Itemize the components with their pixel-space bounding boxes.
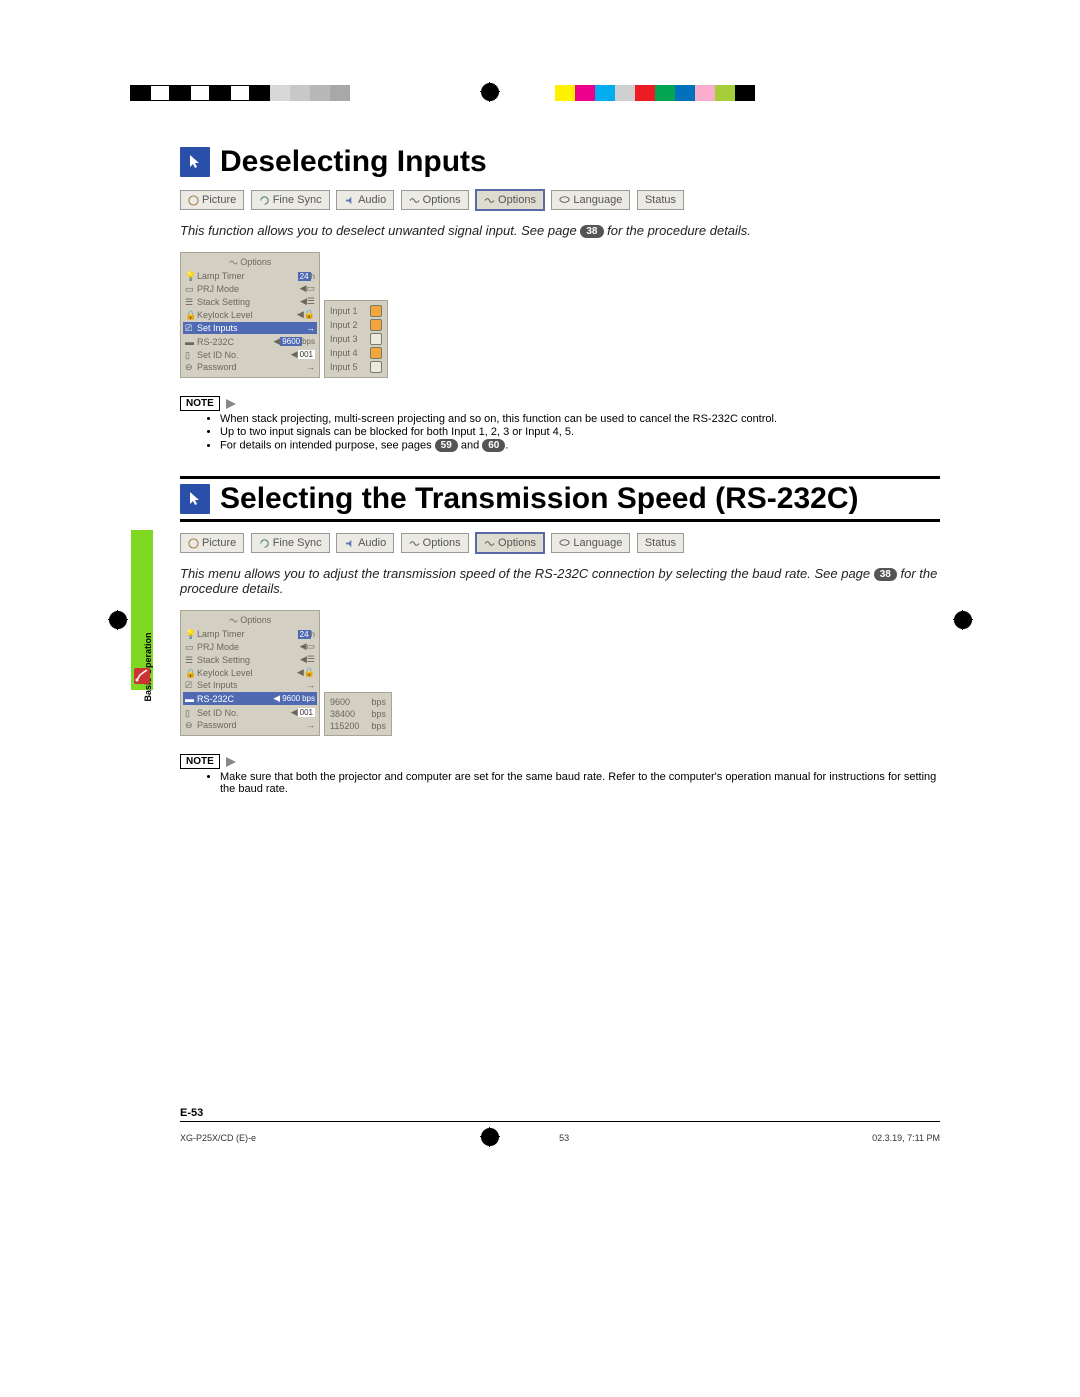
id-icon: ▯ xyxy=(185,350,195,360)
note-label: NOTE xyxy=(180,754,220,769)
osd-deselect-inputs: Options 💡Lamp Timer24h ▭PRJ Mode◀▭ ☰Stac… xyxy=(180,252,940,378)
password-icon: ⊖ xyxy=(185,362,195,372)
tab-options-2-selected[interactable]: Options xyxy=(475,532,545,554)
stack-icon: ☰ xyxy=(185,655,195,665)
colorbar-right xyxy=(555,85,755,101)
tab-picture[interactable]: Picture xyxy=(180,533,244,553)
led-icon xyxy=(370,361,382,373)
section1-heading: Deselecting Inputs xyxy=(180,145,940,179)
rs232-icon: ▬ xyxy=(185,337,195,347)
page-ref-pill: 38 xyxy=(874,568,897,581)
section2-notes: Make sure that both the projector and co… xyxy=(180,771,940,795)
section1-intro: This function allows you to deselect unw… xyxy=(180,223,940,238)
side-tab: Basic Operation xyxy=(131,530,153,690)
page-number: E-53 xyxy=(180,1107,940,1122)
password-icon: ⊖ xyxy=(185,720,195,730)
tab-audio[interactable]: Audio xyxy=(336,190,394,210)
tab-finesync[interactable]: Fine Sync xyxy=(251,190,330,210)
osd-rs232c: Options 💡Lamp Timer24h ▭PRJ Mode◀▭ ☰Stac… xyxy=(180,610,940,736)
note-arrow-icon xyxy=(226,399,236,409)
baud-sub-panel: 9600bps 38400bps 115200bps xyxy=(324,692,392,736)
osd-menu-1: Options 💡Lamp Timer24h ▭PRJ Mode◀▭ ☰Stac… xyxy=(180,252,320,378)
led-icon xyxy=(370,347,382,359)
lock-icon: 🔒 xyxy=(185,668,195,678)
note-label-row-2: NOTE xyxy=(180,754,940,769)
side-tab-icon xyxy=(134,668,150,684)
tab-finesync[interactable]: Fine Sync xyxy=(251,533,330,553)
input-icon: ⎚ xyxy=(185,680,195,690)
note-label: NOTE xyxy=(180,396,220,411)
tab-options-1[interactable]: Options xyxy=(401,533,469,553)
input-icon: ⎚ xyxy=(185,323,195,333)
led-icon xyxy=(370,333,382,345)
tab-language[interactable]: Language xyxy=(551,190,630,210)
colorbar-left xyxy=(130,85,350,101)
side-tab-label: Basic Operation xyxy=(143,602,153,732)
prj-icon: ▭ xyxy=(185,642,195,652)
tab-row-1: Picture Fine Sync Audio Options Options … xyxy=(180,189,940,211)
prj-icon: ▭ xyxy=(185,284,195,294)
tab-options-2-selected[interactable]: Options xyxy=(475,189,545,211)
tab-picture[interactable]: Picture xyxy=(180,190,244,210)
note-arrow-icon xyxy=(226,757,236,767)
registration-mark-bottom-icon xyxy=(480,1127,500,1147)
section2-intro: This menu allows you to adjust the trans… xyxy=(180,566,940,596)
rs232-icon: ▬ xyxy=(185,694,195,704)
registration-mark-left-icon xyxy=(108,610,128,630)
cursor-icon xyxy=(180,484,210,514)
footer-meta: XG-P25X/CD (E)-e 53 02.3.19, 7:11 PM xyxy=(180,1133,940,1143)
registration-mark-right-icon xyxy=(953,610,973,630)
section2-title: Selecting the Transmission Speed (RS-232… xyxy=(220,482,859,516)
osd-menu-2: Options 💡Lamp Timer24h ▭PRJ Mode◀▭ ☰Stac… xyxy=(180,610,320,736)
note-label-row: NOTE xyxy=(180,396,940,411)
tab-row-2: Picture Fine Sync Audio Options Options … xyxy=(180,532,940,554)
page-ref-pill: 38 xyxy=(580,225,603,238)
tab-status[interactable]: Status xyxy=(637,533,684,553)
input-sub-panel: Input 1 Input 2 Input 3 Input 4 Input 5 xyxy=(324,300,388,378)
id-icon: ▯ xyxy=(185,708,195,718)
lock-icon: 🔒 xyxy=(185,310,195,320)
led-icon xyxy=(370,319,382,331)
stack-icon: ☰ xyxy=(185,297,195,307)
tab-status[interactable]: Status xyxy=(637,190,684,210)
section1-title: Deselecting Inputs xyxy=(220,145,487,179)
tab-audio[interactable]: Audio xyxy=(336,533,394,553)
cursor-icon xyxy=(180,147,210,177)
lamp-icon: 💡 xyxy=(185,629,195,639)
tab-options-1[interactable]: Options xyxy=(401,190,469,210)
section1-notes: When stack projecting, multi-screen proj… xyxy=(180,413,940,452)
registration-mark-top-icon xyxy=(480,82,500,102)
led-icon xyxy=(370,305,382,317)
lamp-icon: 💡 xyxy=(185,271,195,281)
tab-language[interactable]: Language xyxy=(551,533,630,553)
section2-heading: Selecting the Transmission Speed (RS-232… xyxy=(180,476,940,522)
